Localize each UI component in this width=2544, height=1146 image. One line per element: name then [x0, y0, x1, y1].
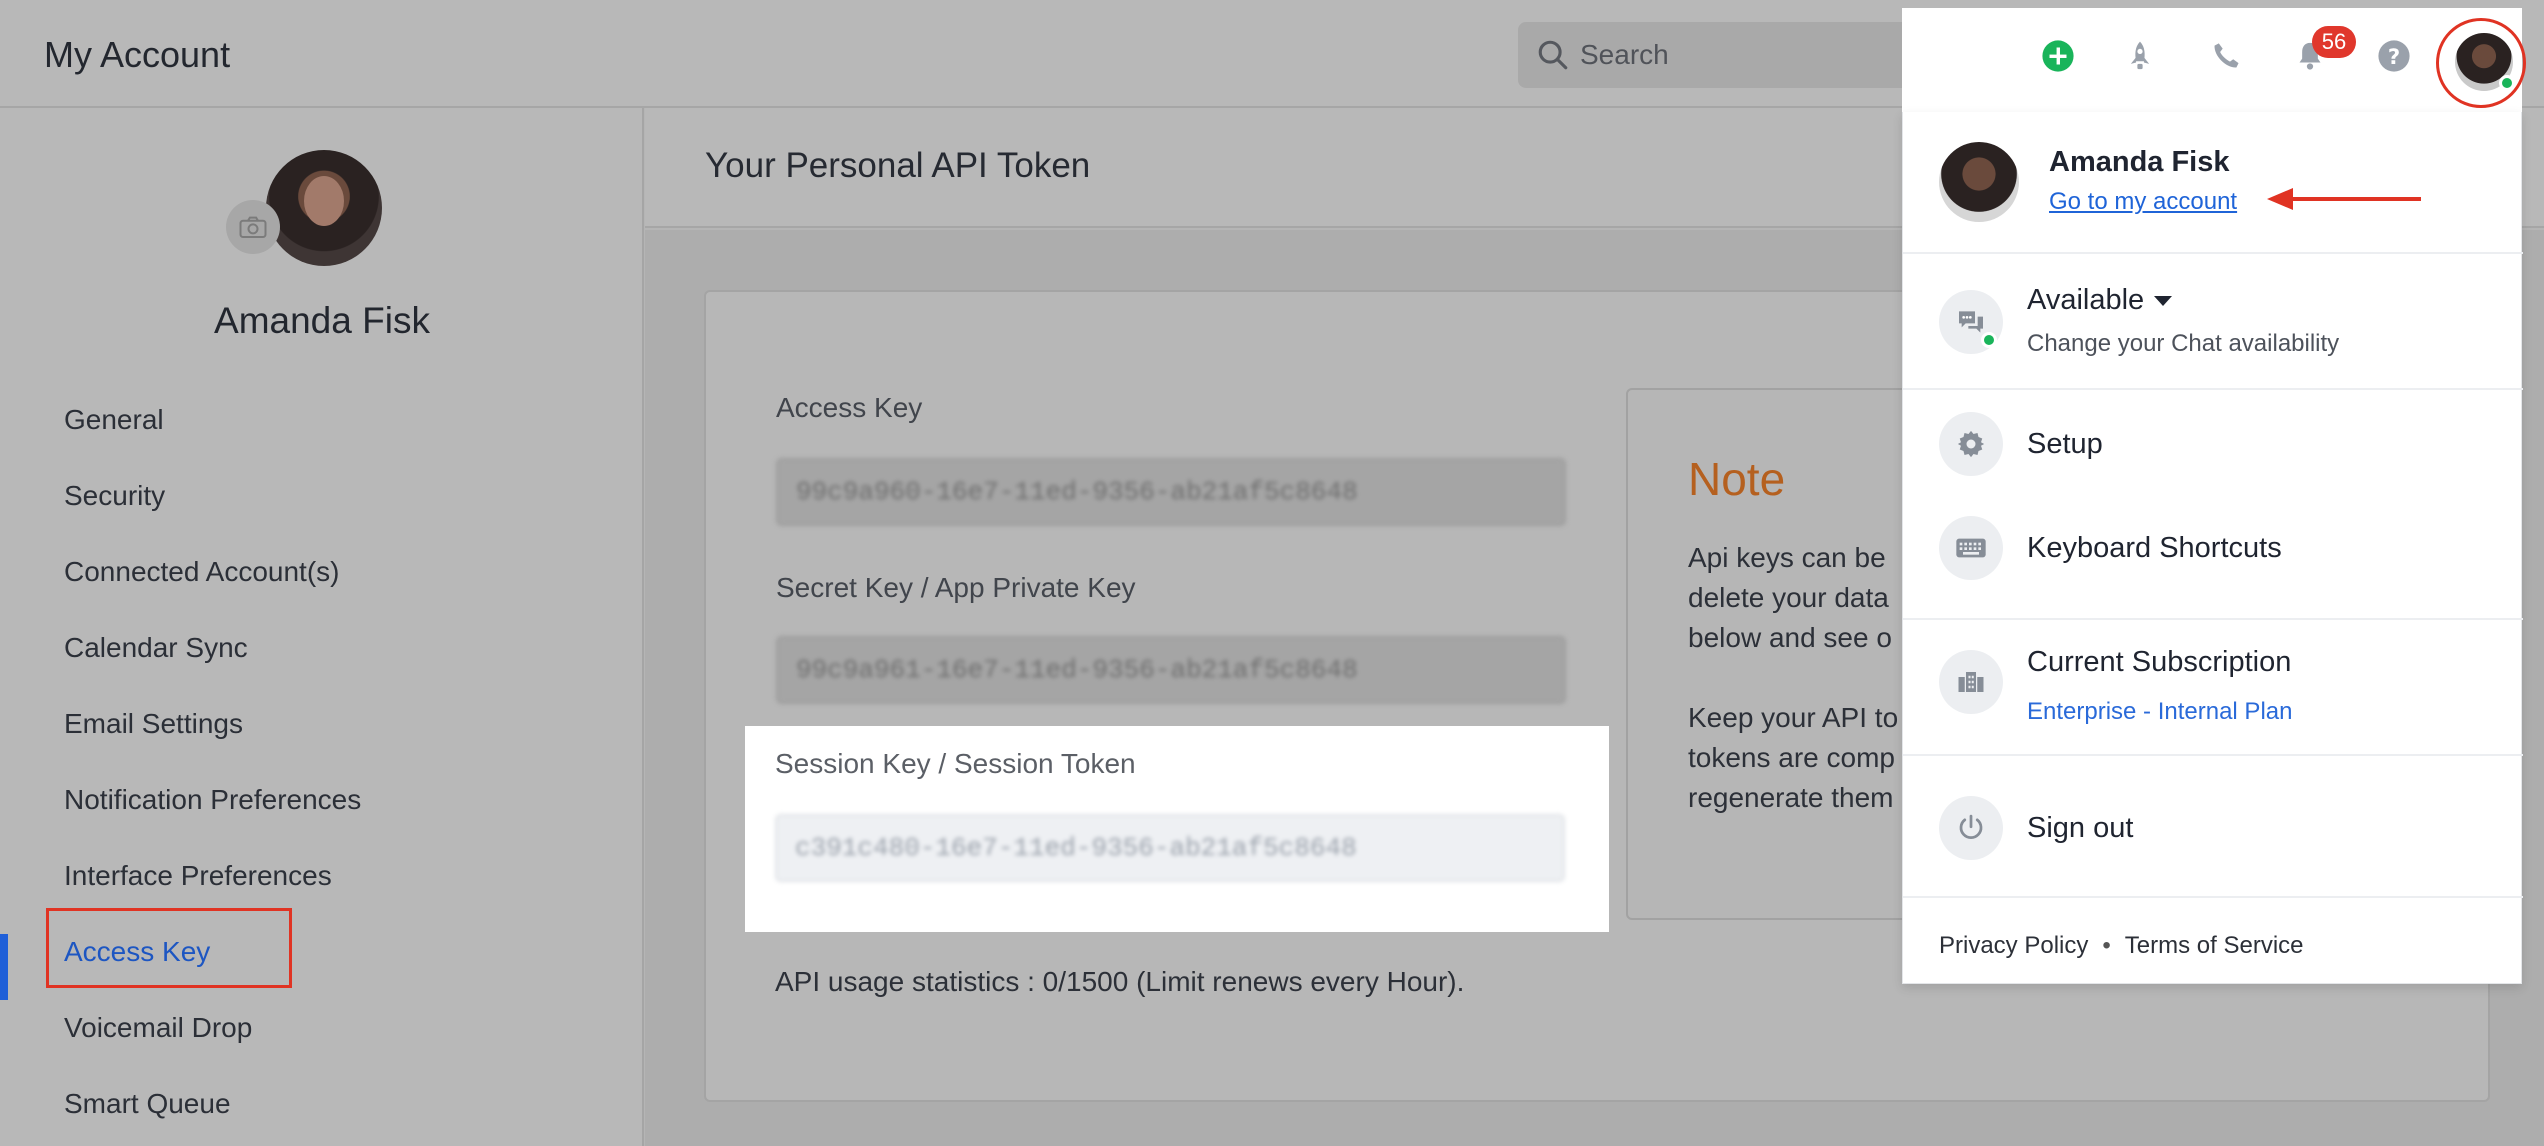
dropdown-user-section: Amanda Fisk Go to my account [1903, 112, 2523, 254]
privacy-policy-link[interactable]: Privacy Policy [1939, 932, 2088, 959]
access-key-label: Access Key [776, 392, 923, 423]
subscription-label: Current Subscription [2027, 646, 2292, 678]
svg-text:?: ? [2388, 45, 2400, 70]
go-to-account-link[interactable]: Go to my account [2049, 188, 2237, 216]
sidebar-item-security[interactable]: Security [0, 474, 644, 550]
user-avatar-button[interactable] [2455, 33, 2515, 91]
notification-count-badge: 56 [2312, 26, 2356, 58]
note-title: Note [1688, 453, 1786, 505]
annotation-arrow-icon [2267, 188, 2421, 210]
sidebar-item-connected-accounts[interactable]: Connected Account(s) [0, 550, 644, 626]
signout-icon-wrap [1939, 796, 2003, 860]
api-usage-statistics: API usage statistics : 0/1500 (Limit ren… [775, 966, 1465, 997]
online-status-dot [2499, 75, 2515, 91]
help-button[interactable]: ? [2374, 36, 2414, 76]
app-title: My Account [44, 34, 231, 75]
camera-icon [239, 216, 267, 238]
signout-section: Sign out [1903, 756, 2523, 898]
available-status-dot [1981, 332, 1997, 348]
availability-subtext: Change your Chat availability [2027, 330, 2340, 357]
availability-status[interactable]: Available [2027, 284, 2173, 317]
caret-down-icon [2154, 296, 2173, 307]
secret-key-label: Secret Key / App Private Key [776, 572, 1136, 603]
account-dropdown-menu: Amanda Fisk Go to my account Available C… [1902, 112, 2523, 984]
setup-menu-item[interactable]: Setup [2027, 428, 2103, 461]
sidebar: Amanda Fisk General Security Connected A… [0, 108, 644, 1146]
access-key-field[interactable]: 99c9a960-16e7-11ed-9356-ab21af5c8648 [776, 458, 1566, 526]
subscription-section[interactable]: Current Subscription Enterprise - Intern… [1903, 620, 2523, 756]
chat-availability-icon-wrap [1939, 290, 2003, 354]
sidebar-item-notification-preferences[interactable]: Notification Preferences [0, 778, 644, 854]
search-input[interactable] [1580, 22, 1950, 88]
add-button[interactable] [2038, 36, 2078, 76]
access-key-highlight-box [46, 908, 292, 988]
footer-separator: • [2102, 932, 2111, 959]
power-icon [1959, 814, 1983, 839]
dropdown-footer: Privacy Policy • Terms of Service [1939, 932, 2304, 960]
availability-section[interactable]: Available Change your Chat availability [1903, 254, 2523, 390]
keyboard-icon [1956, 538, 1986, 558]
setup-icon-wrap [1939, 412, 2003, 476]
sidebar-item-smart-queue[interactable]: Smart Queue [0, 1082, 644, 1146]
phone-button[interactable] [2206, 36, 2246, 76]
search-box[interactable] [1518, 22, 1956, 88]
rocket-icon [2130, 41, 2150, 70]
subscription-icon-wrap [1939, 650, 2003, 714]
session-key-label: Session Key / Session Token [775, 748, 1136, 779]
session-key-field[interactable]: c391c480-16e7-11ed-9356-ab21af5c8648 [775, 814, 1565, 882]
whats-new-button[interactable] [2120, 36, 2160, 76]
availability-label: Available [2027, 284, 2145, 316]
sign-out-menu-item[interactable]: Sign out [2027, 812, 2133, 845]
terms-of-service-link[interactable]: Terms of Service [2125, 932, 2304, 959]
building-icon [1958, 672, 1984, 692]
dropdown-user-name: Amanda Fisk [2049, 146, 2230, 178]
secret-key-field[interactable]: 99c9a961-16e7-11ed-9356-ab21af5c8648 [776, 636, 1566, 704]
help-icon: ? [2378, 40, 2410, 72]
sidebar-item-calendar-sync[interactable]: Calendar Sync [0, 626, 644, 702]
sidebar-item-voicemail-drop[interactable]: Voicemail Drop [0, 1006, 644, 1082]
page-title: Your Personal API Token [705, 146, 1091, 185]
phone-icon [2214, 43, 2239, 68]
keyboard-icon-wrap [1939, 516, 2003, 580]
plus-circle-icon [2042, 40, 2074, 72]
session-key-panel: Session Key / Session Token c391c480-16e… [745, 726, 1609, 932]
subscription-plan-link[interactable]: Enterprise - Internal Plan [2027, 698, 2292, 726]
profile-name: Amanda Fisk [214, 300, 430, 341]
dropdown-avatar [1939, 142, 2019, 222]
sidebar-item-general[interactable]: General [0, 398, 644, 474]
chat-bubbles-icon [1959, 311, 1983, 333]
change-photo-button[interactable] [226, 200, 280, 254]
sidebar-nav: General Security Connected Account(s) Ca… [0, 398, 644, 1146]
profile-avatar [266, 150, 382, 266]
gear-icon [1957, 430, 1985, 458]
sidebar-item-email-settings[interactable]: Email Settings [0, 702, 644, 778]
keyboard-shortcuts-menu-item[interactable]: Keyboard Shortcuts [2027, 532, 2282, 565]
settings-section: Setup Keyboard Shortcuts [1903, 390, 2523, 620]
search-icon [1538, 40, 1568, 70]
